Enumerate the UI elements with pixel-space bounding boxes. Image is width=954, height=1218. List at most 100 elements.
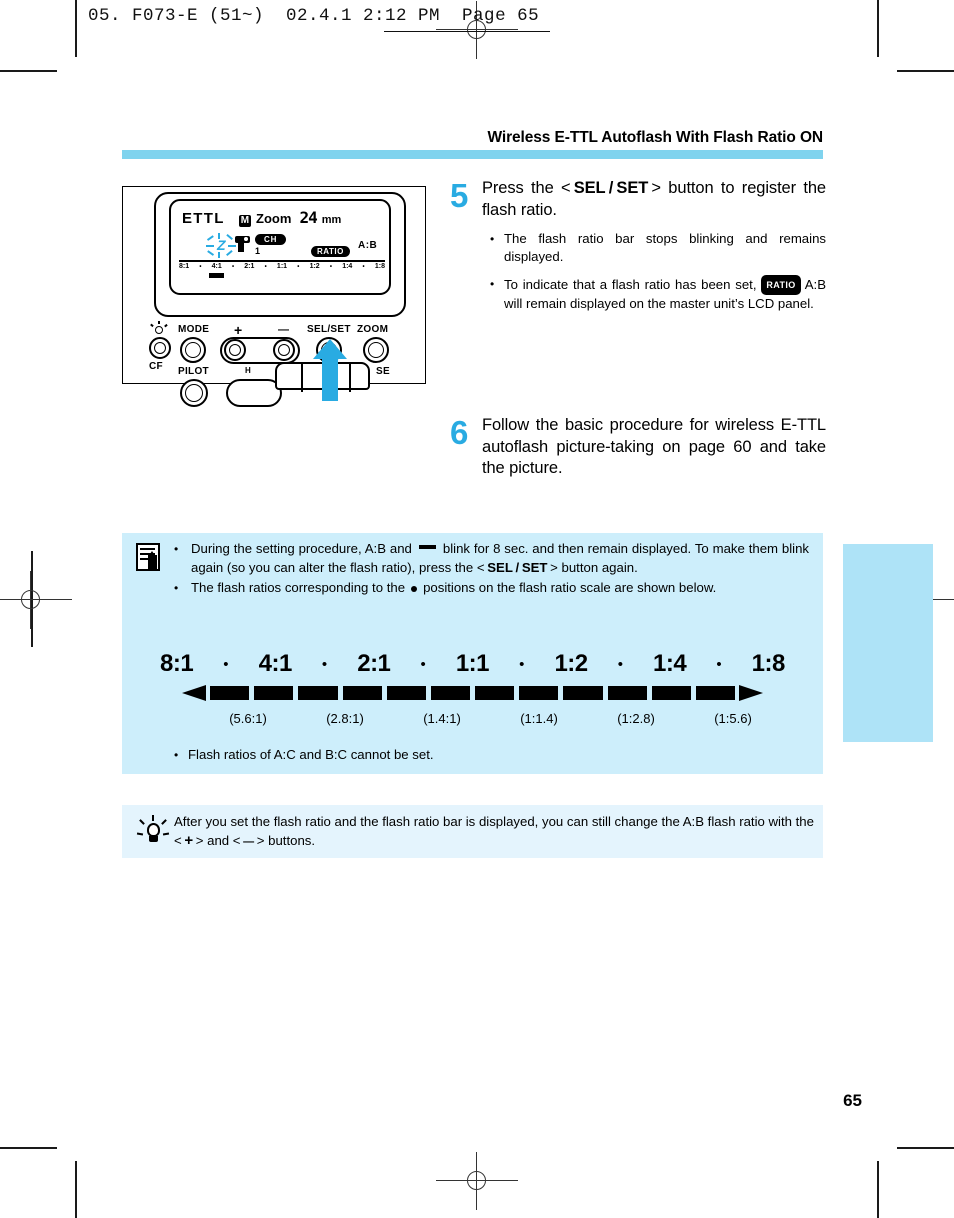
flash-ratio-scale-graphic: 8:1 • 4:1 • 2:1 • 1:1 • 1:2 • 1:4 • 1:8	[160, 648, 785, 731]
plus-label: +	[234, 322, 243, 338]
step-5-title: Press the < SEL / SET > button to regist…	[482, 178, 826, 221]
pilot-button[interactable]	[180, 379, 208, 407]
scale-sub-label: (1:1.4)	[520, 711, 558, 726]
print-header-underline	[384, 31, 550, 32]
scale-segment	[430, 686, 471, 700]
select-dial[interactable]	[226, 379, 282, 407]
scale-ratio-value: 8:1	[160, 650, 194, 677]
step-5-bullet-2-text: To indicate that a flash ratio has been …	[504, 275, 826, 313]
sel-set-label: SEL/SET	[307, 324, 351, 335]
note-bullet-2-pre: The flash ratios corresponding to the	[191, 580, 406, 595]
scale-segment	[254, 686, 294, 700]
flash-unit-illustration: ETTL M Zoom 24 mm Z CH 1 RATIO A:B 8:1 •…	[122, 186, 426, 407]
control-panel: CF MODE + — H SEL/SET ZOOM PILOT SE	[123, 187, 425, 407]
print-header-text: 05. F073-E (51~) 02.4.1 2:12 PM Page 65	[88, 6, 540, 26]
ratio-badge-inline: RATIO	[761, 275, 801, 295]
callout-arrow-icon	[313, 339, 347, 401]
zoom-button[interactable]	[363, 337, 389, 363]
step-5-title-pre: Press the <	[482, 179, 574, 197]
mode-label: MODE	[178, 324, 210, 335]
scale-arrow-left-icon	[182, 685, 206, 701]
note-footer-text: Flash ratios of A:C and B:C cannot be se…	[188, 747, 434, 762]
scale-sub-label: (5.6:1)	[229, 711, 267, 726]
tip-line-1: After you set the flash ratio and the fl…	[174, 814, 680, 829]
tip-minus-key: —	[243, 835, 255, 848]
cf-button[interactable]	[149, 337, 171, 359]
registration-mark-bottom	[436, 1152, 518, 1210]
step-6-number: 6	[450, 414, 469, 451]
crop-mark-top-left-vertical	[75, 0, 77, 57]
step-5-bullet-1: • The flash ratio bar stops blinking and…	[490, 230, 826, 266]
dash-glyph-icon	[418, 545, 436, 549]
mode-button[interactable]	[180, 337, 206, 363]
scale-separator-dot: •	[420, 655, 426, 673]
note-bullet-1-post: > button again.	[547, 559, 638, 575]
note-footer-bullet: • Flash ratios of A:C and B:C cannot be …	[174, 746, 814, 773]
crop-mark-bottom-right-vertical	[877, 1161, 879, 1218]
tip-text: After you set the flash ratio and the fl…	[174, 813, 814, 851]
step-5-title-key: SEL / SET	[573, 179, 649, 197]
scale-segment	[386, 686, 426, 700]
scale-ratio-value: 1:4	[653, 650, 687, 677]
note-panel: • During the setting procedure, A:B and b…	[122, 533, 823, 774]
scale-segment	[607, 686, 647, 700]
bullet-dot-icon: •	[174, 542, 179, 556]
scale-segment	[563, 686, 603, 700]
cf-label: CF	[149, 361, 163, 372]
scale-segment	[695, 686, 736, 700]
step-6-text: Follow the basic procedure for wireless …	[482, 416, 826, 477]
scale-ratio-value: 2:1	[357, 650, 391, 677]
plus-button[interactable]	[224, 339, 246, 361]
bullet-dot-icon: •	[490, 232, 495, 246]
memo-icon	[136, 543, 162, 573]
lamp-icon	[150, 321, 168, 337]
crop-mark-top-right-vertical	[877, 0, 879, 57]
step-5-bullet-2-pre: To indicate that a flash ratio has been …	[504, 277, 757, 292]
lightbulb-icon	[136, 815, 170, 849]
scale-separator-dot: •	[716, 655, 722, 673]
scale-sub-label: (2.8:1)	[326, 711, 364, 726]
scale-segment	[475, 686, 515, 700]
note-bullet-1: • During the setting procedure, A:B and b…	[174, 540, 809, 577]
scale-separator-dot: •	[321, 655, 328, 673]
scale-segment	[298, 686, 338, 700]
scale-segment	[210, 686, 250, 700]
minus-button[interactable]	[273, 339, 295, 361]
bullet-dot-icon: •	[174, 748, 179, 762]
minus-label: —	[278, 324, 290, 336]
note-bullet-list: • During the setting procedure, A:B and b…	[174, 540, 809, 600]
crop-mark-bottom-left-horizontal	[0, 1147, 57, 1149]
scale-arrow-right-icon	[739, 685, 763, 701]
high-speed-sync-label: H	[245, 366, 252, 375]
bullet-dot-icon: •	[174, 581, 179, 595]
scale-bar	[160, 682, 785, 704]
tip-plus-key: +	[184, 831, 194, 849]
scale-segment	[342, 686, 382, 700]
tip-panel: After you set the flash ratio and the fl…	[122, 805, 823, 858]
scale-sub-labels: (5.6:1) (2.8:1) (1.4:1) (1:1.4) (1:2.8) …	[160, 711, 785, 731]
scale-sub-label: (1.4:1)	[423, 711, 461, 726]
scale-sub-label: (1:5.6)	[714, 711, 752, 726]
note-bullet-2-text: The flash ratios corresponding to the pos…	[191, 579, 809, 598]
note-bullet-2-mid: positions on the flash ratio scale are s…	[423, 580, 717, 595]
title-rule	[122, 150, 823, 159]
bullet-dot-icon: •	[490, 277, 495, 291]
scale-ratio-value: 1:8	[751, 650, 786, 677]
step-5-number: 5	[450, 177, 469, 214]
note-bullet-1-key: SEL / SET	[487, 559, 548, 575]
pilot-label: PILOT	[178, 366, 209, 377]
scale-segment	[651, 686, 691, 700]
note-bullet-1-pre: During the setting procedure, A:B and	[191, 541, 412, 556]
scale-separator-dot: •	[223, 655, 229, 673]
scale-ratio-labels: 8:1 • 4:1 • 2:1 • 1:1 • 1:2 • 1:4 • 1:8	[160, 648, 785, 680]
crop-mark-top-left-horizontal	[0, 70, 57, 72]
step-5-bullets: • The flash ratio bar stops blinking and…	[490, 230, 826, 322]
crop-mark-bottom-left-vertical	[75, 1161, 77, 1218]
registration-mark-left	[0, 571, 72, 629]
scale-dot-glyph-icon	[411, 586, 418, 592]
note-bullet-1-text: During the setting procedure, A:B and bli…	[191, 540, 809, 577]
tip-line-2-mid: > and <	[193, 832, 244, 848]
se-label: SE	[376, 366, 390, 377]
note-bullet-2: • The flash ratios corresponding to the p…	[174, 579, 809, 598]
scale-sub-label: (1:2.8)	[617, 711, 655, 726]
